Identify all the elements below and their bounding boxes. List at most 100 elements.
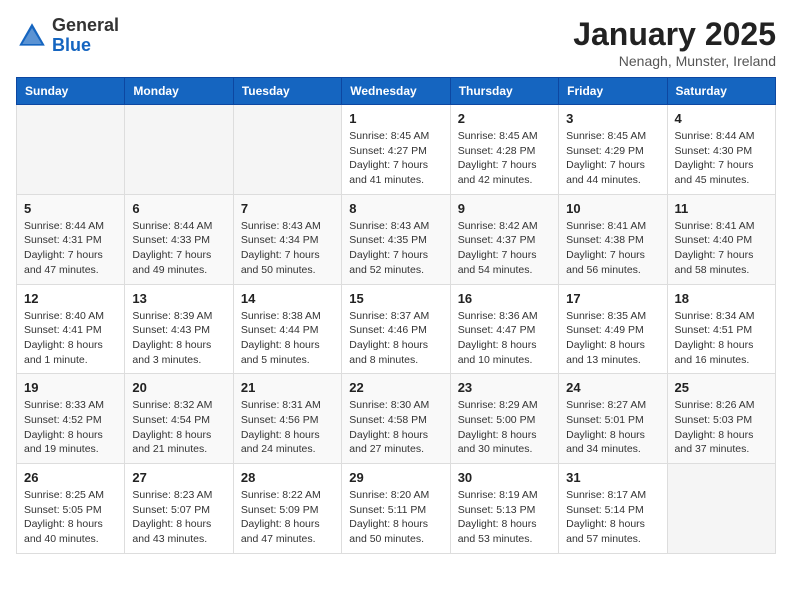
calendar-cell: 1 Sunrise: 8:45 AMSunset: 4:27 PMDaylight… — [342, 105, 450, 195]
cell-info: Sunrise: 8:44 AMSunset: 4:31 PMDaylight:… — [24, 219, 117, 278]
day-number: 10 — [566, 201, 659, 216]
calendar-cell: 18Sunrise: 8:34 AMSunset: 4:51 PMDayligh… — [667, 284, 775, 374]
cell-info: Sunrise: 8:39 AMSunset: 4:43 PMDaylight:… — [132, 309, 225, 368]
day-number: 11 — [675, 201, 768, 216]
weekday-header-monday: Monday — [125, 78, 233, 105]
cell-info: Sunrise: 8:42 AMSunset: 4:37 PMDaylight:… — [458, 219, 551, 278]
calendar-cell: 28 Sunrise: 8:22 AMSunset: 5:09 PMDayligh… — [233, 464, 341, 554]
day-number: 17 — [566, 291, 659, 306]
weekday-header-sunday: Sunday — [17, 78, 125, 105]
cell-info: Sunrise: 8:26 AMSunset: 5:03 PMDaylight:… — [675, 398, 768, 457]
calendar-header: SundayMondayTuesdayWednesdayThursdayFrid… — [17, 78, 776, 105]
calendar-cell — [17, 105, 125, 195]
day-number: 1 — [349, 111, 442, 126]
calendar-cell: 3 Sunrise: 8:45 AMSunset: 4:29 PMDaylight… — [559, 105, 667, 195]
day-number: 23 — [458, 380, 551, 395]
cell-info: Sunrise: 8:44 AMSunset: 4:33 PMDaylight:… — [132, 219, 225, 278]
day-number: 2 — [458, 111, 551, 126]
cell-info: Sunrise: 8:37 AMSunset: 4:46 PMDaylight:… — [349, 309, 442, 368]
cell-info: Sunrise: 8:17 AMSunset: 5:14 PMDaylight:… — [566, 488, 659, 547]
cell-info: Sunrise: 8:35 AMSunset: 4:49 PMDaylight:… — [566, 309, 659, 368]
calendar-week-1: 1 Sunrise: 8:45 AMSunset: 4:27 PMDaylight… — [17, 105, 776, 195]
cell-info: Sunrise: 8:25 AMSunset: 5:05 PMDaylight:… — [24, 488, 117, 547]
day-number: 20 — [132, 380, 225, 395]
cell-info: Sunrise: 8:43 AMSunset: 4:35 PMDaylight:… — [349, 219, 442, 278]
calendar-cell: 2 Sunrise: 8:45 AMSunset: 4:28 PMDaylight… — [450, 105, 558, 195]
day-number: 29 — [349, 470, 442, 485]
cell-info: Sunrise: 8:38 AMSunset: 4:44 PMDaylight:… — [241, 309, 334, 368]
weekday-header-saturday: Saturday — [667, 78, 775, 105]
cell-info: Sunrise: 8:32 AMSunset: 4:54 PMDaylight:… — [132, 398, 225, 457]
calendar-cell: 20 Sunrise: 8:32 AMSunset: 4:54 PMDayligh… — [125, 374, 233, 464]
calendar-cell: 27 Sunrise: 8:23 AMSunset: 5:07 PMDayligh… — [125, 464, 233, 554]
weekday-header-tuesday: Tuesday — [233, 78, 341, 105]
calendar-cell: 8 Sunrise: 8:43 AMSunset: 4:35 PMDaylight… — [342, 194, 450, 284]
calendar-cell: 16Sunrise: 8:36 AMSunset: 4:47 PMDayligh… — [450, 284, 558, 374]
calendar-cell: 11 Sunrise: 8:41 AMSunset: 4:40 PMDayligh… — [667, 194, 775, 284]
calendar-cell: 31 Sunrise: 8:17 AMSunset: 5:14 PMDayligh… — [559, 464, 667, 554]
day-number: 27 — [132, 470, 225, 485]
calendar-week-3: 12Sunrise: 8:40 AMSunset: 4:41 PMDayligh… — [17, 284, 776, 374]
calendar-cell — [667, 464, 775, 554]
weekday-header-wednesday: Wednesday — [342, 78, 450, 105]
weekday-header-row: SundayMondayTuesdayWednesdayThursdayFrid… — [17, 78, 776, 105]
cell-info: Sunrise: 8:45 AMSunset: 4:28 PMDaylight:… — [458, 129, 551, 188]
calendar-cell: 5 Sunrise: 8:44 AMSunset: 4:31 PMDaylight… — [17, 194, 125, 284]
day-number: 28 — [241, 470, 334, 485]
day-number: 14 — [241, 291, 334, 306]
calendar: SundayMondayTuesdayWednesdayThursdayFrid… — [16, 77, 776, 554]
cell-info: Sunrise: 8:34 AMSunset: 4:51 PMDaylight:… — [675, 309, 768, 368]
day-number: 31 — [566, 470, 659, 485]
day-number: 19 — [24, 380, 117, 395]
cell-info: Sunrise: 8:33 AMSunset: 4:52 PMDaylight:… — [24, 398, 117, 457]
title-block: January 2025 Nenagh, Munster, Ireland — [573, 16, 776, 69]
logo-icon — [16, 20, 48, 52]
cell-info: Sunrise: 8:20 AMSunset: 5:11 PMDaylight:… — [349, 488, 442, 547]
calendar-cell: 29 Sunrise: 8:20 AMSunset: 5:11 PMDayligh… — [342, 464, 450, 554]
logo: General Blue — [16, 16, 119, 56]
cell-info: Sunrise: 8:44 AMSunset: 4:30 PMDaylight:… — [675, 129, 768, 188]
day-number: 13 — [132, 291, 225, 306]
cell-info: Sunrise: 8:43 AMSunset: 4:34 PMDaylight:… — [241, 219, 334, 278]
calendar-cell: 7 Sunrise: 8:43 AMSunset: 4:34 PMDaylight… — [233, 194, 341, 284]
cell-info: Sunrise: 8:41 AMSunset: 4:40 PMDaylight:… — [675, 219, 768, 278]
calendar-cell: 22 Sunrise: 8:30 AMSunset: 4:58 PMDayligh… — [342, 374, 450, 464]
weekday-header-thursday: Thursday — [450, 78, 558, 105]
day-number: 25 — [675, 380, 768, 395]
location: Nenagh, Munster, Ireland — [573, 53, 776, 69]
day-number: 3 — [566, 111, 659, 126]
cell-info: Sunrise: 8:45 AMSunset: 4:29 PMDaylight:… — [566, 129, 659, 188]
cell-info: Sunrise: 8:27 AMSunset: 5:01 PMDaylight:… — [566, 398, 659, 457]
cell-info: Sunrise: 8:23 AMSunset: 5:07 PMDaylight:… — [132, 488, 225, 547]
cell-info: Sunrise: 8:22 AMSunset: 5:09 PMDaylight:… — [241, 488, 334, 547]
day-number: 5 — [24, 201, 117, 216]
day-number: 30 — [458, 470, 551, 485]
calendar-cell — [233, 105, 341, 195]
cell-info: Sunrise: 8:30 AMSunset: 4:58 PMDaylight:… — [349, 398, 442, 457]
calendar-cell: 10Sunrise: 8:41 AMSunset: 4:38 PMDayligh… — [559, 194, 667, 284]
day-number: 4 — [675, 111, 768, 126]
logo-blue: Blue — [52, 35, 91, 55]
calendar-cell: 14 Sunrise: 8:38 AMSunset: 4:44 PMDayligh… — [233, 284, 341, 374]
calendar-week-5: 26Sunrise: 8:25 AMSunset: 5:05 PMDayligh… — [17, 464, 776, 554]
logo-text: General Blue — [52, 16, 119, 56]
cell-info: Sunrise: 8:31 AMSunset: 4:56 PMDaylight:… — [241, 398, 334, 457]
calendar-cell: 9Sunrise: 8:42 AMSunset: 4:37 PMDaylight… — [450, 194, 558, 284]
cell-info: Sunrise: 8:45 AMSunset: 4:27 PMDaylight:… — [349, 129, 442, 188]
calendar-cell: 17 Sunrise: 8:35 AMSunset: 4:49 PMDayligh… — [559, 284, 667, 374]
day-number: 6 — [132, 201, 225, 216]
weekday-header-friday: Friday — [559, 78, 667, 105]
day-number: 24 — [566, 380, 659, 395]
cell-info: Sunrise: 8:40 AMSunset: 4:41 PMDaylight:… — [24, 309, 117, 368]
day-number: 15 — [349, 291, 442, 306]
calendar-cell: 12Sunrise: 8:40 AMSunset: 4:41 PMDayligh… — [17, 284, 125, 374]
day-number: 22 — [349, 380, 442, 395]
month-title: January 2025 — [573, 16, 776, 53]
calendar-cell: 13 Sunrise: 8:39 AMSunset: 4:43 PMDayligh… — [125, 284, 233, 374]
day-number: 8 — [349, 201, 442, 216]
calendar-cell: 4 Sunrise: 8:44 AMSunset: 4:30 PMDaylight… — [667, 105, 775, 195]
calendar-cell: 15 Sunrise: 8:37 AMSunset: 4:46 PMDayligh… — [342, 284, 450, 374]
calendar-body: 1 Sunrise: 8:45 AMSunset: 4:27 PMDaylight… — [17, 105, 776, 554]
day-number: 7 — [241, 201, 334, 216]
cell-info: Sunrise: 8:36 AMSunset: 4:47 PMDaylight:… — [458, 309, 551, 368]
